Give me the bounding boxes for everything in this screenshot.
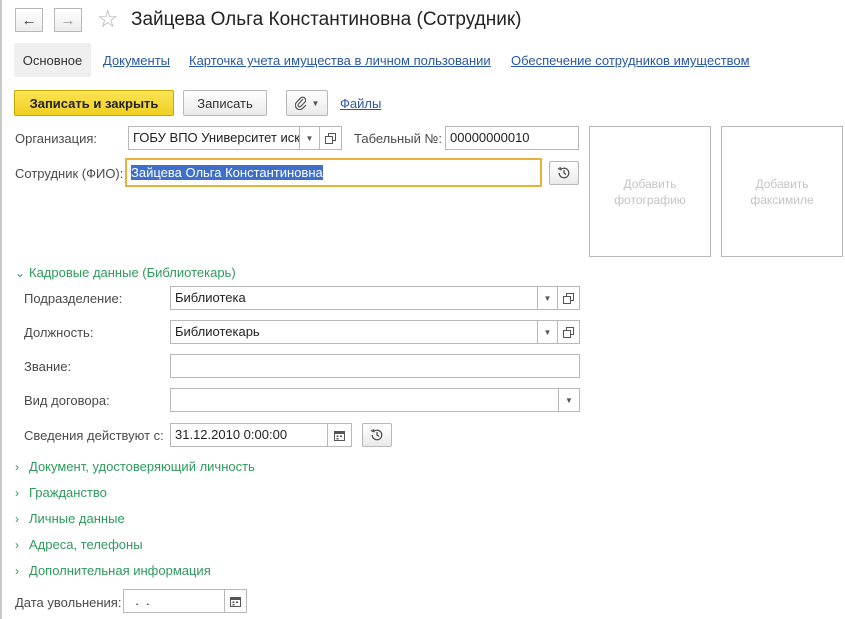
add-facsimile-text-2: факсимиле	[750, 192, 814, 207]
chevron-right-icon: ›	[15, 564, 19, 578]
contract-type-label: Вид договора:	[24, 393, 110, 408]
contract-type-dropdown-button[interactable]: ▼	[559, 388, 580, 412]
chevron-right-icon: ›	[15, 512, 19, 526]
open-window-icon	[325, 132, 336, 144]
save-and-close-label: Записать и закрыть	[29, 95, 159, 111]
tab-documents[interactable]: Документы	[103, 53, 170, 68]
department-dropdown-button[interactable]: ▼	[538, 286, 558, 310]
add-photo-text-1: Добавить	[623, 176, 677, 191]
arrow-right-icon: →	[60, 11, 76, 29]
chevron-right-icon: ›	[15, 460, 19, 474]
hr-data-group-header[interactable]: ⌄ Кадровые данные (Библиотекарь)	[15, 265, 236, 280]
position-label: Должность:	[24, 325, 94, 340]
hr-group-label: Кадровые данные (Библиотекарь)	[29, 265, 236, 280]
tab-property-card[interactable]: Карточка учета имущества в личном пользо…	[189, 53, 491, 68]
contract-type-field[interactable]	[170, 388, 559, 412]
dropdown-arrow-icon: ▼	[543, 327, 552, 337]
employee-label: Сотрудник (ФИО):	[15, 166, 124, 181]
tab-property-provision[interactable]: Обеспечение сотрудников имуществом	[511, 53, 750, 68]
open-window-icon	[563, 326, 574, 338]
window-left-border	[0, 0, 2, 619]
favorite-star-icon[interactable]: ☆	[97, 6, 119, 34]
effective-date-calendar-button[interactable]	[328, 423, 352, 447]
tabnum-label: Табельный №:	[354, 131, 442, 146]
section-label: Гражданство	[29, 485, 107, 500]
rank-field[interactable]	[170, 354, 580, 378]
effective-date-history-button[interactable]	[362, 423, 392, 447]
position-open-button[interactable]	[558, 320, 580, 344]
paperclip-icon	[294, 96, 307, 110]
attach-menu-button[interactable]: ▼	[286, 90, 328, 116]
save-label: Записать	[197, 95, 253, 111]
organization-label: Организация:	[15, 131, 98, 146]
history-clock-icon	[370, 428, 384, 442]
position-dropdown-button[interactable]: ▼	[538, 320, 558, 344]
organization-dropdown-button[interactable]: ▼	[300, 126, 320, 150]
dismissal-date-field[interactable]: . .	[123, 589, 225, 613]
forward-button[interactable]: →	[54, 8, 82, 32]
effective-date-field[interactable]: 31.12.2010 0:00:00	[170, 423, 328, 447]
section-personal-data[interactable]: › Личные данные	[15, 511, 125, 526]
section-label: Дополнительная информация	[29, 563, 211, 578]
employee-name-field[interactable]: Зайцева Ольга Константиновна	[125, 158, 542, 187]
files-link[interactable]: Файлы	[340, 96, 381, 111]
department-open-button[interactable]	[558, 286, 580, 310]
dropdown-arrow-icon: ▼	[305, 133, 314, 143]
employee-name-value: Зайцева Ольга Константиновна	[131, 165, 323, 180]
dismissal-date-label: Дата увольнения:	[15, 595, 122, 610]
tab-main[interactable]: Основное	[14, 43, 91, 77]
employee-history-button[interactable]	[549, 161, 579, 185]
section-label: Документ, удостоверяющий личность	[29, 459, 255, 474]
chevron-right-icon: ›	[15, 486, 19, 500]
dropdown-arrow-icon: ▼	[543, 293, 552, 303]
organization-open-button[interactable]	[320, 126, 342, 150]
dismissal-date-calendar-button[interactable]	[225, 589, 247, 613]
dropdown-arrow-icon: ▼	[311, 98, 320, 108]
tabnum-field[interactable]: 00000000010	[445, 126, 579, 150]
section-addresses-phones[interactable]: › Адреса, телефоны	[15, 537, 143, 552]
open-window-icon	[563, 292, 574, 304]
add-facsimile-text-1: Добавить	[755, 176, 809, 191]
add-photo-area[interactable]: Добавить фотографию	[589, 126, 711, 257]
calendar-icon	[334, 430, 345, 441]
dropdown-arrow-icon: ▼	[565, 395, 573, 405]
chevron-right-icon: ›	[15, 538, 19, 552]
chevron-down-icon: ⌄	[15, 266, 26, 280]
department-label: Подразделение:	[24, 291, 123, 306]
save-and-close-button[interactable]: Записать и закрыть	[14, 90, 174, 116]
effective-date-label: Сведения действуют с:	[24, 428, 164, 443]
department-field[interactable]: Библиотека	[170, 286, 538, 310]
organization-field[interactable]: ГОБУ ВПО Университет иск	[128, 126, 300, 150]
page-title: Зайцева Ольга Константиновна (Сотрудник)	[131, 9, 522, 30]
save-button[interactable]: Записать	[183, 90, 267, 116]
history-clock-icon	[557, 166, 571, 180]
add-facsimile-area[interactable]: Добавить факсимиле	[721, 126, 843, 257]
add-photo-text-2: фотографию	[614, 192, 686, 207]
section-additional-info[interactable]: › Дополнительная информация	[15, 563, 211, 578]
position-field[interactable]: Библиотекарь	[170, 320, 538, 344]
section-label: Личные данные	[29, 511, 125, 526]
section-citizenship[interactable]: › Гражданство	[15, 485, 107, 500]
rank-label: Звание:	[24, 359, 72, 374]
calendar-icon	[230, 596, 241, 607]
section-label: Адреса, телефоны	[29, 537, 143, 552]
back-button[interactable]: ←	[15, 8, 43, 32]
arrow-left-icon: ←	[21, 11, 37, 29]
section-identity-document[interactable]: › Документ, удостоверяющий личность	[15, 459, 255, 474]
tab-main-label: Основное	[22, 52, 83, 68]
